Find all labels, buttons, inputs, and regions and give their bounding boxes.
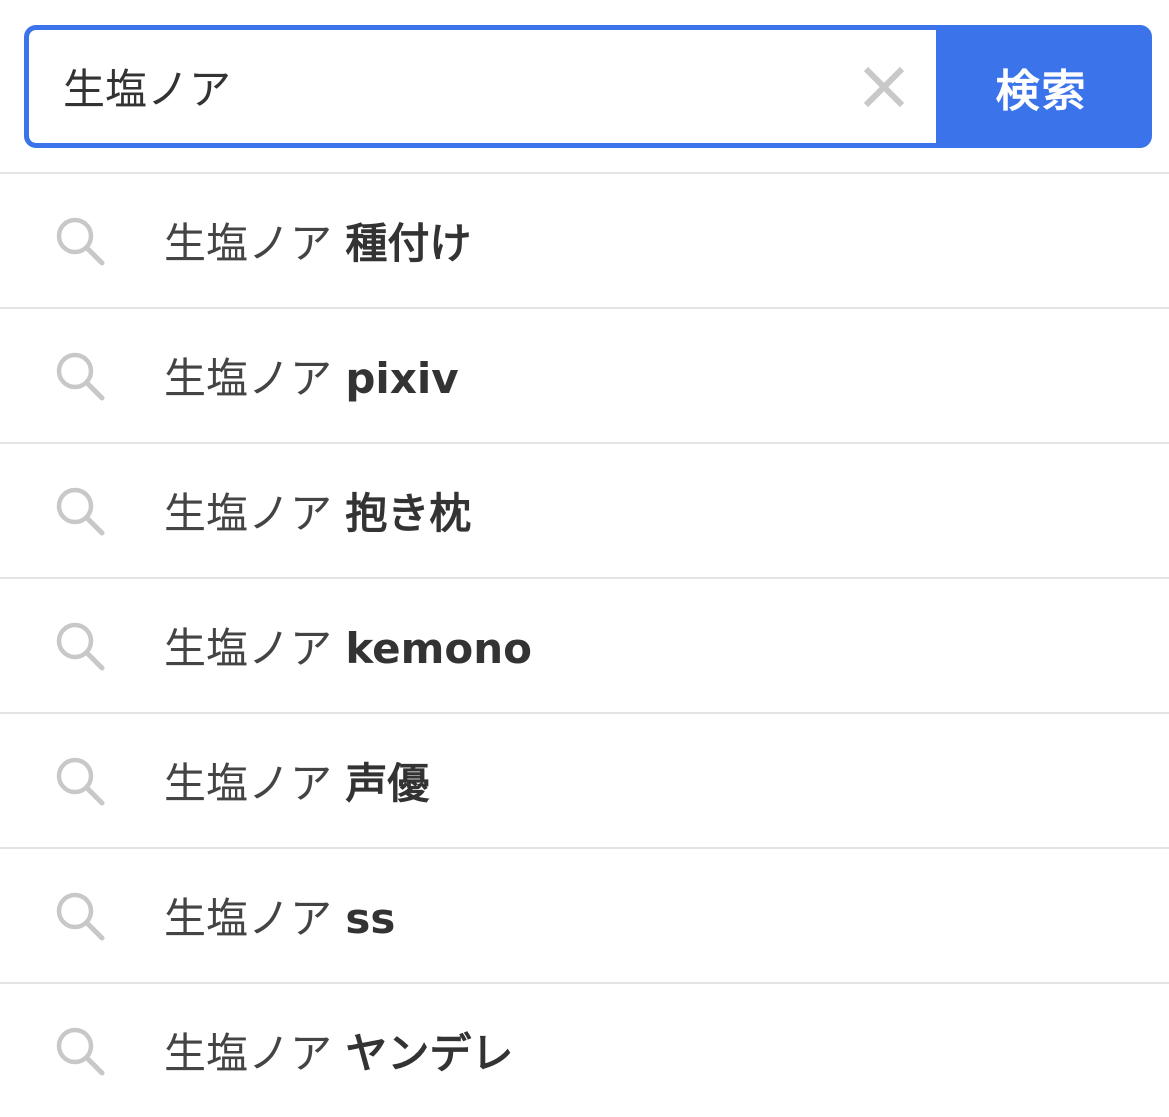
search-icon <box>56 892 105 940</box>
suggestion-completion: 声優 <box>345 759 430 808</box>
search-icon <box>56 217 105 265</box>
suggestion-item[interactable]: 生塩ノア 声優 <box>0 714 1169 849</box>
search-icon <box>56 622 105 670</box>
suggestion-item[interactable]: 生塩ノア ss <box>0 849 1169 984</box>
suggestion-completion: pixiv <box>345 354 459 403</box>
suggestion-list: 生塩ノア 種付け 生塩ノア pixiv 生塩ノア 抱き枕 生塩ノア kemono… <box>0 172 1169 1117</box>
suggestion-item[interactable]: 生塩ノア 種付け <box>0 174 1169 309</box>
search-button[interactable]: 検索 <box>936 30 1147 143</box>
suggestion-query: 生塩ノア <box>164 624 346 673</box>
suggestion-item[interactable]: 生塩ノア 抱き枕 <box>0 444 1169 579</box>
suggestion-item[interactable]: 生塩ノア pixiv <box>0 309 1169 444</box>
suggestion-item[interactable]: 生塩ノア kemono <box>0 579 1169 714</box>
suggestion-completion: 抱き枕 <box>345 489 472 538</box>
suggestion-query: 生塩ノア <box>164 759 346 808</box>
search-field[interactable] <box>29 30 936 143</box>
suggestion-query: 生塩ノア <box>164 489 346 538</box>
suggestion-completion: ヤンデレ <box>345 1029 514 1078</box>
search-icon <box>56 757 105 805</box>
suggestion-query: 生塩ノア <box>164 219 346 268</box>
search-icon <box>56 1027 105 1075</box>
search-input[interactable] <box>63 62 853 111</box>
suggestion-text: 生塩ノア 種付け <box>164 210 471 271</box>
search-icon <box>56 352 105 400</box>
suggestion-text: 生塩ノア ヤンデレ <box>164 1020 513 1081</box>
suggestion-completion: 種付け <box>345 219 472 268</box>
suggestion-text: 生塩ノア 抱き枕 <box>164 480 471 541</box>
suggestion-text: 生塩ノア kemono <box>164 615 532 676</box>
close-icon[interactable] <box>860 63 908 111</box>
suggestion-query: 生塩ノア <box>164 354 346 403</box>
suggestion-text: 生塩ノア 声優 <box>164 750 429 811</box>
suggestion-query: 生塩ノア <box>164 894 346 943</box>
suggestion-text: 生塩ノア ss <box>164 885 395 946</box>
search-bar: 検索 <box>24 25 1152 148</box>
suggestion-completion: kemono <box>345 624 533 673</box>
suggestion-item[interactable]: 生塩ノア ヤンデレ <box>0 984 1169 1117</box>
search-icon <box>56 487 105 535</box>
suggestion-text: 生塩ノア pixiv <box>164 345 459 406</box>
suggestion-completion: ss <box>345 894 396 943</box>
suggestion-query: 生塩ノア <box>164 1029 346 1078</box>
